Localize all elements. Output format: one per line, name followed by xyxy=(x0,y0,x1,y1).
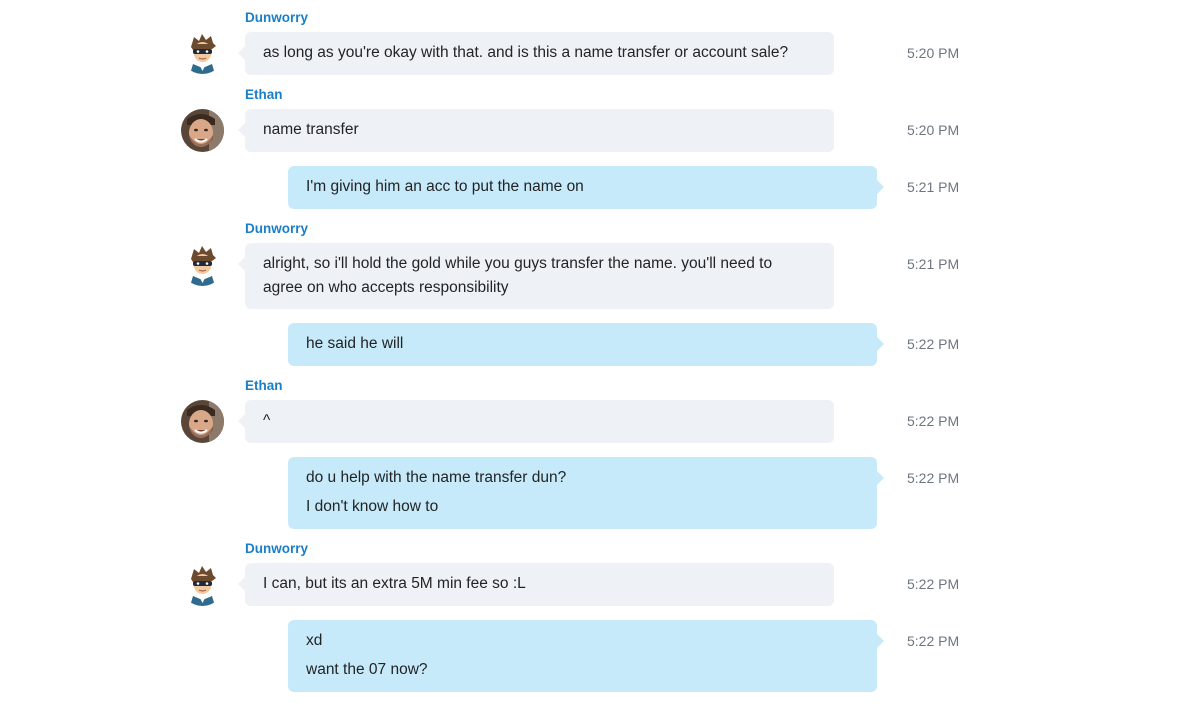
message-text: agree on who accepts responsibility xyxy=(263,279,509,296)
message-text: as long as you're okay with that. and is… xyxy=(263,44,789,61)
sender-name-dunworry[interactable]: Dunworry xyxy=(245,541,308,556)
dunworry-avatar-icon[interactable] xyxy=(181,31,224,74)
message-text: do u help with the name transfer dun? xyxy=(306,469,567,486)
message-timestamp: 5:22 PM xyxy=(907,576,960,592)
message-timestamp: 5:22 PM xyxy=(907,633,960,649)
message-bubble[interactable]: name transfer xyxy=(238,109,834,152)
sender-name-ethan[interactable]: Ethan xyxy=(245,378,283,393)
outgoing-message-bubble[interactable]: he said he will xyxy=(288,323,884,366)
outgoing-message-bubble[interactable]: I'm giving him an acc to put the name on xyxy=(288,166,884,209)
ethan-avatar-icon[interactable] xyxy=(181,400,224,443)
message-timestamp: 5:22 PM xyxy=(907,336,960,352)
message-text: ^ xyxy=(263,412,271,429)
dunworry-avatar-icon[interactable] xyxy=(181,243,224,286)
sender-name-dunworry[interactable]: Dunworry xyxy=(245,221,308,236)
message-text: he said he will xyxy=(306,335,404,352)
message-timestamp: 5:22 PM xyxy=(907,470,960,486)
message-bubble[interactable]: ^ xyxy=(238,400,834,443)
dunworry-avatar-icon[interactable] xyxy=(181,563,224,606)
message-text: I'm giving him an acc to put the name on xyxy=(306,178,584,195)
outgoing-message-bubble[interactable]: xd want the 07 now? xyxy=(288,620,884,692)
message-text: name transfer xyxy=(263,121,359,138)
message-timestamp: 5:20 PM xyxy=(907,122,960,138)
message-text: want the 07 now? xyxy=(306,661,428,678)
message-bubble[interactable]: alright, so i'll hold the gold while you… xyxy=(238,243,834,309)
message-text: xd xyxy=(306,632,323,649)
sender-name-dunworry[interactable]: Dunworry xyxy=(245,10,308,25)
sender-name-ethan[interactable]: Ethan xyxy=(245,87,283,102)
chat-conversation: Dunworry as long as you're okay with tha… xyxy=(0,0,1183,706)
ethan-avatar-icon[interactable] xyxy=(181,109,224,152)
outgoing-message-bubble[interactable]: do u help with the name transfer dun? I … xyxy=(288,457,884,529)
message-timestamp: 5:22 PM xyxy=(907,413,960,429)
message-text: alright, so i'll hold the gold while you… xyxy=(263,255,773,272)
message-text: I don't know how to xyxy=(306,498,439,515)
message-bubble[interactable]: as long as you're okay with that. and is… xyxy=(238,32,834,75)
message-timestamp: 5:21 PM xyxy=(907,256,960,272)
message-timestamp: 5:21 PM xyxy=(907,179,960,195)
message-bubble[interactable]: I can, but its an extra 5M min fee so :L xyxy=(238,563,834,606)
message-timestamp: 5:20 PM xyxy=(907,45,960,61)
message-text: I can, but its an extra 5M min fee so :L xyxy=(263,575,526,592)
